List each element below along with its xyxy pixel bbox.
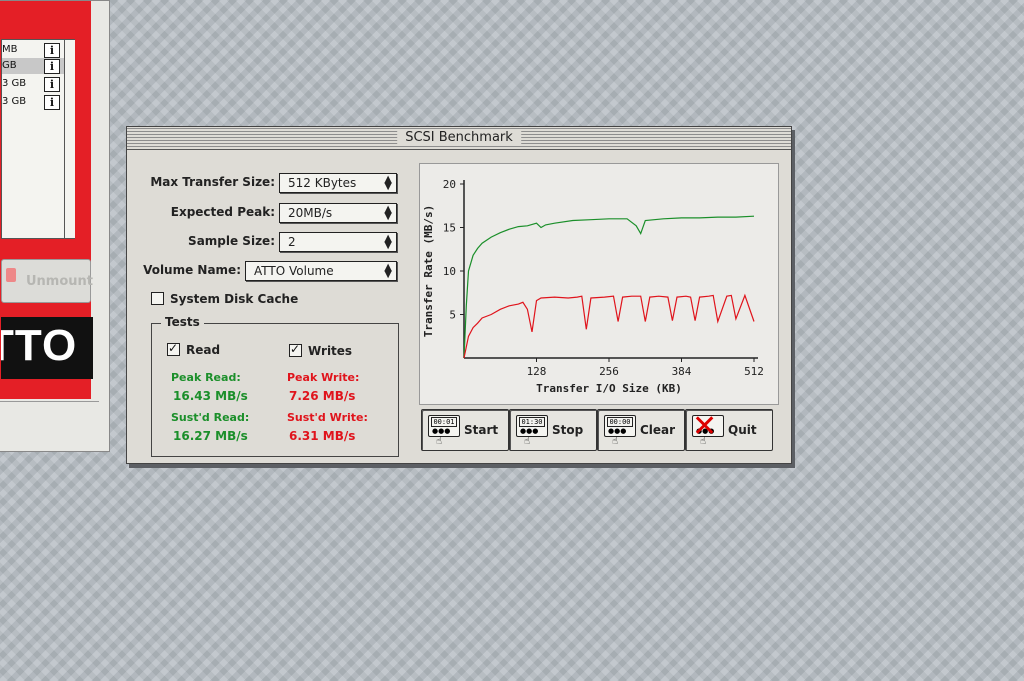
writes-label: Writes xyxy=(308,344,353,358)
tests-title: Tests xyxy=(161,315,204,329)
stop-label: Stop xyxy=(552,423,584,437)
y-axis-label: Transfer Rate (MB/s) xyxy=(422,205,435,337)
max-transfer-popup[interactable]: 512 KBytes ▲ ▼ xyxy=(279,173,397,193)
y-tick-label: 15 xyxy=(443,222,456,235)
info-icon[interactable]: i xyxy=(44,95,60,110)
system-disk-cache-label: System Disk Cache xyxy=(170,292,299,306)
start-label: Start xyxy=(464,423,499,437)
y-tick-label: 10 xyxy=(443,265,456,278)
sustd-write-label: Sust'd Write: xyxy=(287,411,368,424)
volume-size: 3 GB xyxy=(2,78,27,89)
volume-list[interactable]: MB i GB i 3 GB i 3 GB i xyxy=(1,39,75,239)
timer-display: 00:01 xyxy=(431,417,457,427)
expected-peak-popup[interactable]: 20MB/s ▲ ▼ xyxy=(279,203,397,223)
popup-arrows-icon: ▲ ▼ xyxy=(384,262,392,280)
expected-peak-value: 20MB/s xyxy=(288,206,333,220)
info-icon[interactable]: i xyxy=(44,59,60,74)
timer-display: 01:30 xyxy=(519,417,545,427)
transfer-rate-chart: 5 10 15 20 128 256 384 512 Transfer I/O Size (KB… xyxy=(422,178,764,395)
popup-arrows-icon: ▲ ▼ xyxy=(384,233,392,251)
peak-write-value: 7.26 MB/s xyxy=(289,389,356,403)
timer-icon: 00:00 ●●● xyxy=(604,415,636,437)
volume-name-popup[interactable]: ATTO Volume ▲ ▼ xyxy=(245,261,397,281)
max-transfer-value: 512 KBytes xyxy=(288,176,357,190)
x-axis-label: Transfer I/O Size (KB) xyxy=(536,382,682,395)
x-tick-label: 512 xyxy=(744,365,764,378)
volume-size: MB xyxy=(2,44,18,55)
expected-peak-label: Expected Peak: xyxy=(170,205,275,219)
unmount-button[interactable]: Unmount xyxy=(1,259,94,303)
start-button[interactable]: 00:01 ●●● ☝ Start xyxy=(421,409,509,451)
checkbox-box[interactable] xyxy=(289,342,302,357)
x-tick-label: 256 xyxy=(599,365,619,378)
clear-button[interactable]: 00:00 ●●● ☝ Clear xyxy=(597,409,685,451)
drive-icon xyxy=(6,268,16,282)
popup-arrows-icon: ▲ ▼ xyxy=(384,174,392,192)
info-icon[interactable]: i xyxy=(44,77,60,92)
atto-logo-text: TTO xyxy=(1,321,78,370)
max-transfer-label: Max Transfer Size: xyxy=(150,175,275,189)
read-checkbox[interactable]: Read xyxy=(167,341,221,357)
hand-pointer-icon: ☝ xyxy=(612,436,619,447)
window-title: SCSI Benchmark xyxy=(397,130,521,145)
checkbox-box[interactable] xyxy=(151,292,164,305)
quit-label: Quit xyxy=(728,423,757,437)
peak-read-label: Peak Read: xyxy=(171,371,241,384)
system-disk-cache-checkbox[interactable]: System Disk Cache xyxy=(151,292,298,306)
timer-icon: 01:30 ●●● xyxy=(516,415,548,437)
sample-size-label: Sample Size: xyxy=(188,234,275,248)
sample-size-popup[interactable]: 2 ▲ ▼ xyxy=(279,232,397,252)
volume-size: 3 GB xyxy=(2,96,27,107)
volume-name-value: ATTO Volume xyxy=(254,264,334,278)
timer-icon: 00:01 ●●● xyxy=(428,415,460,437)
atto-drive-window: MB i GB i 3 GB i 3 GB i Unmount TTO xyxy=(0,0,110,452)
hand-pointer-icon: ☝ xyxy=(436,436,443,447)
chart-panel: 5 10 15 20 128 256 384 512 Transfer I/O Size (KB… xyxy=(419,163,779,405)
read-series-line xyxy=(463,215,755,359)
popup-arrows-icon: ▲ ▼ xyxy=(384,204,392,222)
clear-label: Clear xyxy=(640,423,676,437)
hand-pointer-icon: ☝ xyxy=(700,436,707,447)
scsi-benchmark-window: SCSI Benchmark Max Transfer Size: 512 KB… xyxy=(126,126,792,464)
volume-list-scrollbar[interactable] xyxy=(64,40,75,238)
hand-pointer-icon: ☝ xyxy=(524,436,531,447)
read-label: Read xyxy=(186,343,221,357)
peak-write-label: Peak Write: xyxy=(287,371,360,384)
sustd-read-value: 16.27 MB/s xyxy=(173,429,248,443)
write-series-line xyxy=(463,293,755,359)
x-tick-label: 128 xyxy=(527,365,547,378)
stop-button[interactable]: 01:30 ●●● ☝ Stop xyxy=(509,409,597,451)
checkbox-box[interactable] xyxy=(167,341,180,356)
quit-button[interactable]: ●●● ✕ ☝ Quit xyxy=(685,409,773,451)
volume-size: GB xyxy=(2,60,17,71)
info-icon[interactable]: i xyxy=(44,43,60,58)
sample-size-value: 2 xyxy=(288,235,296,249)
title-bar[interactable]: SCSI Benchmark xyxy=(127,127,791,150)
atto-logo: TTO xyxy=(1,317,93,379)
divider xyxy=(0,401,99,450)
volume-name-label: Volume Name: xyxy=(143,263,241,277)
y-tick-label: 20 xyxy=(443,178,456,191)
sustd-write-value: 6.31 MB/s xyxy=(289,429,356,443)
writes-checkbox[interactable]: Writes xyxy=(289,342,353,358)
unmount-label: Unmount xyxy=(26,274,94,289)
peak-read-value: 16.43 MB/s xyxy=(173,389,248,403)
sustd-read-label: Sust'd Read: xyxy=(171,411,250,424)
y-tick-label: 5 xyxy=(449,309,456,322)
timer-display: 00:00 xyxy=(607,417,633,427)
x-tick-label: 384 xyxy=(672,365,692,378)
